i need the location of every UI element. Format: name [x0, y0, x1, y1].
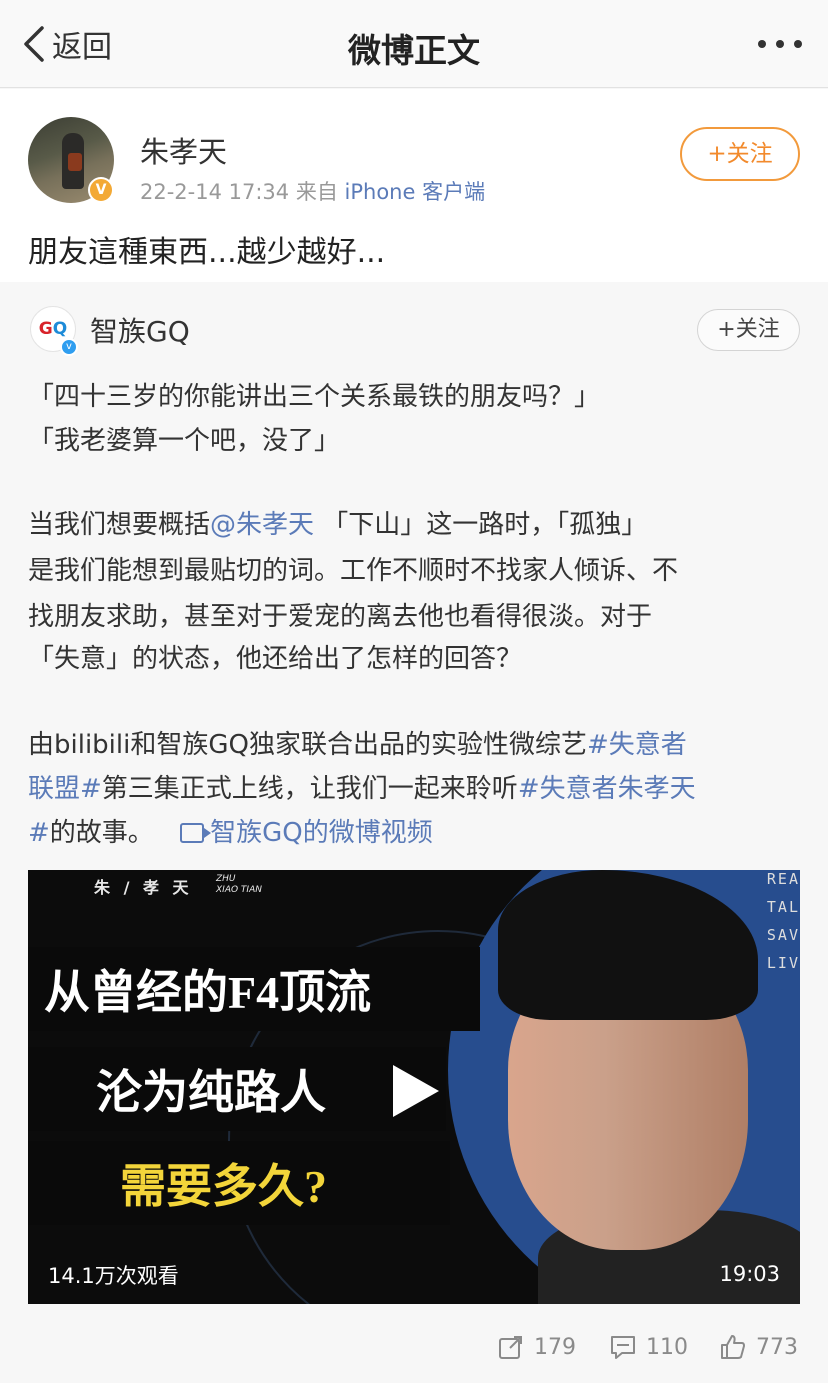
source-prefix: 来自: [295, 180, 338, 204]
hashtag-link[interactable]: #失意者: [587, 730, 687, 760]
page-title: 微博正文: [348, 31, 480, 70]
paragraph-2-line-3: 找朋友求助，甚至对于爱宠的离去他也看得很淡。对于: [28, 602, 653, 632]
repost-follow-button[interactable]: +关注: [697, 309, 800, 351]
post-datetime: 22-2-14 17:34: [140, 180, 290, 204]
video-side-words: REA TAL SAV LIV: [766, 870, 800, 972]
video-credit-en: ZHU XIAO TIAN: [216, 874, 262, 895]
mention-link[interactable]: @朱孝天: [210, 510, 314, 540]
username[interactable]: 朱孝天: [140, 129, 227, 171]
video-person-image: [478, 870, 800, 1304]
video-link[interactable]: 智族GQ的微博视频: [180, 818, 433, 848]
video-duration: 19:03: [719, 1262, 780, 1286]
action-bar: 179 110 773: [0, 1334, 828, 1374]
video-icon: [180, 823, 212, 843]
post-text: 朋友這種東西...越少越好...: [28, 235, 386, 270]
comment-icon: [611, 1336, 635, 1359]
verified-blue-icon: v: [60, 338, 78, 356]
quote-line-1: 「四十三岁的你能讲出三个关系最铁的朋友吗？」: [28, 382, 601, 412]
follow-button[interactable]: +关注: [680, 127, 800, 181]
repost-count: 179: [534, 1334, 576, 1360]
comment-count: 110: [646, 1334, 688, 1360]
paragraph-2-line-1: 当我们想要概括@朱孝天 「下山」这一路时，「孤独」: [28, 510, 648, 540]
video-view-count: 14.1万次观看: [48, 1264, 179, 1288]
like-button[interactable]: 773: [720, 1334, 798, 1360]
more-icon[interactable]: [758, 30, 802, 48]
video-banner-3: 需要多久?: [28, 1141, 450, 1225]
paragraph-3-line-1: 由bilibili和智族GQ独家联合出品的实验性微综艺#失意者: [28, 730, 687, 760]
video-player[interactable]: REA TAL SAV LIV 朱 / 孝 天 ZHU XIAO TIAN 从曾…: [28, 870, 800, 1304]
play-icon[interactable]: [393, 1065, 439, 1117]
hashtag-link-end[interactable]: 联盟#: [28, 774, 102, 804]
quote-line-2: 「我老婆算一个吧，没了」: [28, 426, 341, 456]
hashtag-link-2[interactable]: #失意者朱孝天: [518, 774, 696, 804]
like-count: 773: [756, 1334, 798, 1360]
paragraph-2-line-4: 「失意」的状态，他还给出了怎样的回答？: [28, 644, 523, 674]
like-icon: [721, 1335, 745, 1359]
paragraph-2-line-2: 是我们能想到最贴切的词。工作不顺时不找家人倾诉、不: [28, 556, 679, 586]
hashtag-link-2-end[interactable]: #: [28, 818, 50, 848]
paragraph-3-line-3: #的故事。 智族GQ的微博视频: [28, 818, 433, 848]
repost-card[interactable]: GQ v 智族GQ +关注 「四十三岁的你能讲出三个关系最铁的朋友吗？」 「我老…: [0, 282, 828, 1383]
verified-icon: V: [88, 177, 114, 203]
post-meta: 22-2-14 17:34 来自 iPhone 客户端: [140, 176, 485, 206]
nav-bar: 返回 微博正文: [0, 0, 828, 88]
video-banner-1: 从曾经的F4顶流: [28, 947, 480, 1031]
post-source[interactable]: iPhone 客户端: [345, 180, 486, 204]
video-credit-cn: 朱 / 孝 天: [94, 878, 193, 897]
video-banner-2: 沦为纯路人: [28, 1047, 446, 1131]
repost-icon: [499, 1336, 522, 1359]
paragraph-3-line-2: 联盟#第三集正式上线，让我们一起来聆听#失意者朱孝天: [28, 774, 696, 804]
repost-button[interactable]: 179: [498, 1334, 576, 1360]
main-post: V 朱孝天 22-2-14 17:34 来自 iPhone 客户端 +关注 朋友…: [0, 89, 828, 282]
repost-account-name[interactable]: 智族GQ: [90, 310, 190, 350]
comment-button[interactable]: 110: [610, 1334, 688, 1360]
